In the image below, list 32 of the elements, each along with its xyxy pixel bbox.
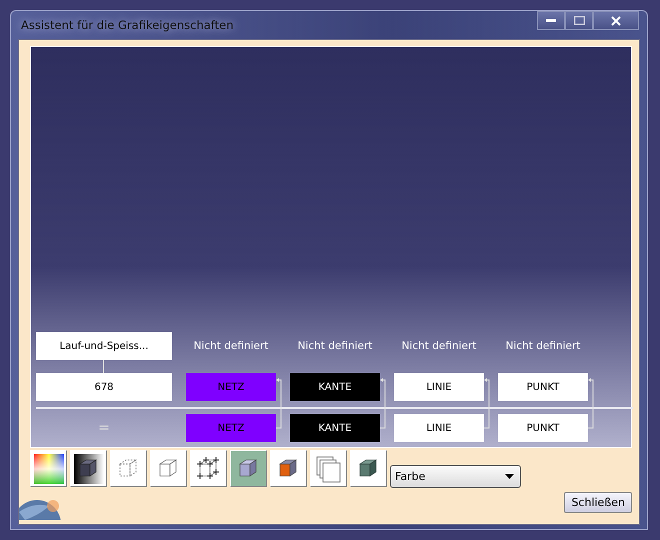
color-box[interactable]: PUNKT — [498, 373, 588, 401]
column-header: Nicht definiert — [296, 339, 374, 354]
color-box[interactable]: LINIE — [394, 373, 484, 401]
layers-icon — [314, 454, 344, 484]
hierarchy-node: Lauf-und-Speiss... — [36, 332, 172, 360]
color-box[interactable]: LINIE — [394, 414, 484, 442]
toolbar-button[interactable] — [190, 450, 227, 487]
close-button[interactable] — [593, 11, 639, 30]
color-dropdown[interactable]: Farbe — [390, 465, 521, 488]
close-dialog-button[interactable]: Schließen — [564, 492, 632, 513]
window-title: Assistent für die Grafikeigenschaften — [21, 18, 234, 32]
column-header: Nicht definiert — [400, 339, 478, 354]
color-box[interactable]: KANTE — [290, 373, 380, 401]
minimize-button[interactable] — [537, 11, 565, 30]
toolbar-button[interactable] — [270, 450, 307, 487]
dropdown-arrow-icon — [505, 474, 514, 479]
id-field: 678 — [36, 373, 172, 401]
column-header: Nicht definiert — [192, 339, 270, 354]
toolbar-button[interactable] — [70, 450, 107, 487]
maximize-button[interactable] — [565, 11, 593, 30]
color-box[interactable]: PUNKT — [498, 414, 588, 442]
color-box[interactable]: KANTE — [290, 414, 380, 442]
maximize-icon — [574, 16, 584, 25]
toolbar-button[interactable] — [350, 450, 387, 487]
tree-line — [103, 360, 104, 373]
toolbar-button[interactable] — [230, 450, 267, 487]
close-icon — [611, 16, 621, 26]
color-spectrum-icon — [34, 454, 64, 484]
minimize-icon — [546, 19, 556, 22]
operator-symbol: = — [97, 419, 111, 438]
column-header: Nicht definiert — [504, 339, 582, 354]
shaded-box-icon — [74, 454, 104, 484]
